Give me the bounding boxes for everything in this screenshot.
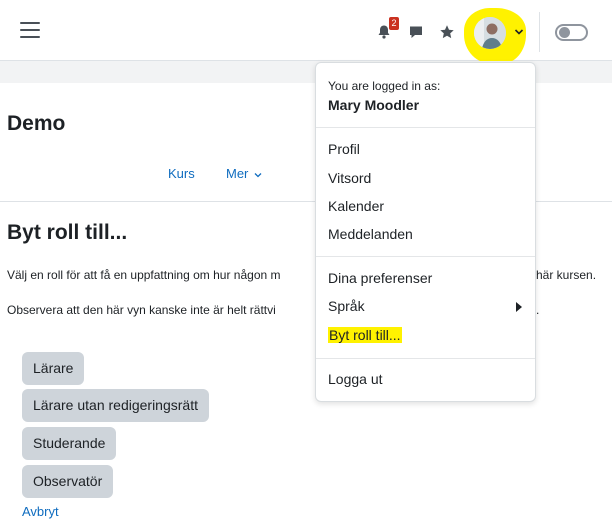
- intro-paragraph-tail: här kursen.: [536, 268, 597, 282]
- menu-divider: [316, 127, 535, 128]
- tab-kurs[interactable]: Kurs: [168, 166, 195, 181]
- chevron-down-icon: [254, 173, 262, 178]
- dark-mode-toggle[interactable]: [555, 24, 588, 41]
- menu-item-kalender[interactable]: Kalender: [328, 198, 384, 214]
- note-paragraph: Observera att den här vyn kanske inte är…: [7, 303, 276, 317]
- chevron-right-icon: [516, 302, 522, 312]
- tab-mer[interactable]: Mer: [226, 166, 262, 181]
- top-navbar: 2: [0, 0, 612, 64]
- menu-divider: [316, 358, 535, 359]
- menu-item-vitsord[interactable]: Vitsord: [328, 170, 371, 186]
- menu-item-profil[interactable]: Profil: [328, 141, 360, 157]
- menu-divider: [316, 256, 535, 257]
- menu-item-preferenser[interactable]: Dina preferenser: [328, 270, 432, 286]
- role-button-larare-utan-redigeringsratt[interactable]: Lärare utan redigeringsrätt: [22, 389, 209, 422]
- role-button-larare[interactable]: Lärare: [22, 352, 85, 385]
- role-button-studerande[interactable]: Studerande: [22, 427, 117, 460]
- notification-count-badge: 2: [389, 17, 399, 30]
- menu-item-byt-roll[interactable]: Byt roll till...: [328, 327, 402, 343]
- navbar-divider: [539, 12, 540, 52]
- chat-icon[interactable]: [408, 24, 424, 40]
- page-heading: Byt roll till...: [7, 221, 128, 244]
- tab-mer-label: Mer: [226, 166, 249, 181]
- menu-item-sprak[interactable]: Språk: [328, 298, 365, 314]
- course-title: Demo: [7, 112, 66, 135]
- user-avatar[interactable]: [474, 17, 506, 49]
- menu-item-logga-ut[interactable]: Logga ut: [328, 371, 383, 387]
- role-button-observator[interactable]: Observatör: [22, 465, 114, 498]
- intro-paragraph: Välj en roll för att få en uppfattning o…: [7, 268, 281, 282]
- user-name: Mary Moodler: [328, 97, 420, 113]
- chevron-down-icon[interactable]: [514, 28, 524, 36]
- menu-item-meddelanden[interactable]: Meddelanden: [328, 226, 413, 242]
- note-paragraph-tail: .: [536, 303, 540, 317]
- user-menu-dropdown: You are logged in as: Mary Moodler Profi…: [315, 62, 536, 402]
- cancel-link[interactable]: Avbryt: [22, 504, 59, 519]
- menu-icon[interactable]: [20, 22, 40, 40]
- star-icon[interactable]: [439, 24, 455, 40]
- logged-in-label: You are logged in as:: [328, 79, 441, 93]
